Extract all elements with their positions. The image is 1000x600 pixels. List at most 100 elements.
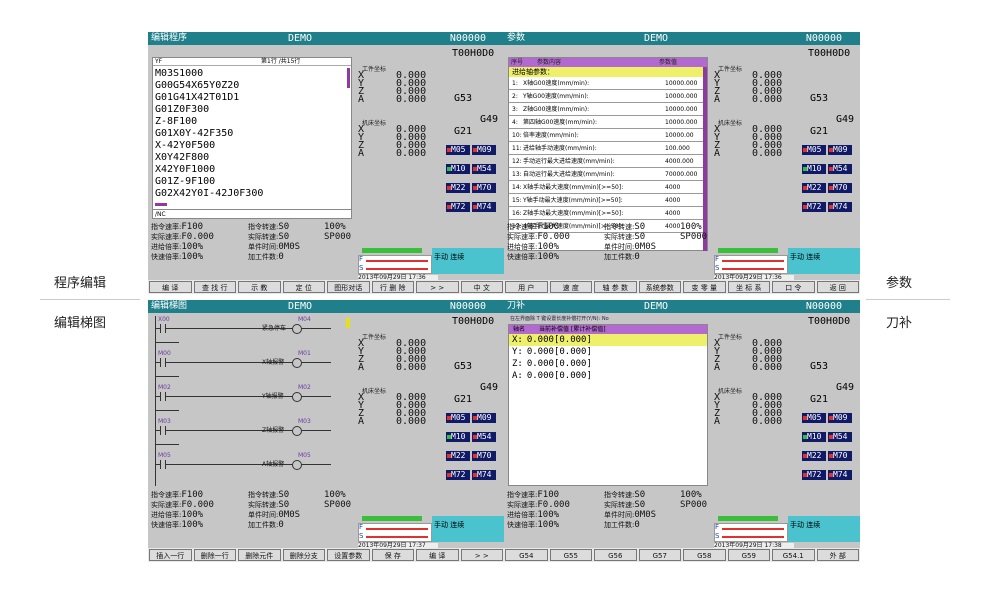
softkey-4[interactable]: 删除分支 [282, 549, 325, 561]
program-line[interactable]: G02X42Y0I-42J0F300 [155, 188, 263, 200]
contact-icon[interactable] [160, 460, 166, 469]
m-code-m70: M70 [828, 451, 852, 461]
contact-icon[interactable] [160, 324, 166, 333]
softkey-7[interactable]: 编 译 [416, 549, 459, 561]
softkey-5[interactable]: G58 [683, 549, 726, 561]
parameter-row[interactable]: 14: X轴手动最大速度(mm/min)[>=50]: 4000 [509, 181, 707, 194]
spindle-info-0: 指令转速:S0 [604, 223, 645, 232]
status-dot-icon [473, 473, 477, 477]
offset-value[interactable]: 0.000 [527, 347, 554, 357]
softkey-6[interactable]: G59 [727, 549, 770, 561]
softkey-1[interactable]: 插入一行 [149, 549, 192, 561]
scrollbar[interactable] [703, 67, 707, 251]
m-code-m74: M74 [828, 470, 852, 480]
contact-label: M02 [158, 384, 171, 391]
softkey-2[interactable]: 查 找 行 [193, 281, 236, 293]
parameter-row[interactable]: 1: X轴G00速度(mm/min): 10000.000 [509, 77, 707, 90]
softkey-5[interactable]: 变 零 量 [683, 281, 726, 293]
program-line[interactable]: X-42Y0F500 [155, 140, 263, 152]
offset-row-x[interactable]: X: 0.000[0.000] [509, 334, 707, 346]
offset-table: 轴名 当前补偿值 [累计补偿值] X: 0.000[0.000] Y: 0.000[0… [508, 324, 708, 486]
softkey-6[interactable]: 坐 标 系 [727, 281, 770, 293]
offset-row-z[interactable]: Z: 0.000[0.000] [509, 358, 707, 370]
contact-icon[interactable] [160, 358, 166, 367]
feed-label: 实际速率: [151, 233, 182, 241]
scrollbar[interactable] [347, 68, 350, 88]
softkey-4[interactable]: 定 位 [282, 281, 325, 293]
offset-row-y[interactable]: Y: 0.000[0.000] [509, 346, 707, 358]
softkey-5[interactable]: 设置参数 [327, 549, 370, 561]
offset-value[interactable]: 0.000 [527, 359, 554, 369]
program-line[interactable]: Z-8F100 [155, 116, 263, 128]
m-code-grid: M05 M09 M10 M54 M22 M70 M72 M74 [446, 405, 500, 481]
coil-icon[interactable] [292, 324, 302, 334]
softkey-2[interactable]: G55 [549, 549, 592, 561]
parameter-row[interactable]: 10: 倍率速度(mm/min): 10000.00 [509, 129, 707, 142]
softkey-2[interactable]: 删除一行 [193, 549, 236, 561]
offset-value[interactable]: 0.000 [527, 371, 554, 381]
program-line[interactable]: G01G41X42T01D1 [155, 92, 263, 104]
feed-spindle-gauge [714, 523, 788, 542]
softkey-4[interactable]: G57 [638, 549, 681, 561]
coil-icon[interactable] [292, 426, 302, 436]
parameter-row[interactable]: 15: Y轴手动最大速度(mm/min)[>=50]: 4000 [509, 194, 707, 207]
softkey-3[interactable]: G56 [594, 549, 637, 561]
command-line[interactable]: /NC [153, 209, 351, 218]
program-line[interactable]: G01X0Y-42F350 [155, 128, 263, 140]
softkey-6[interactable]: 保 存 [371, 549, 414, 561]
softkey-8[interactable]: 中 文 [460, 281, 503, 293]
status-panel: T00H0D0 工件坐标 机床坐标 X 0.000 Y 0.000 Z 0.000 A 0.000 X… [712, 45, 860, 245]
softkey-1[interactable]: 编 译 [149, 281, 192, 293]
contact-icon[interactable] [160, 392, 166, 401]
coil-icon[interactable] [292, 358, 302, 368]
program-line[interactable]: G00G54X65Y0Z20 [155, 80, 263, 92]
softkey-8[interactable]: > > [460, 549, 503, 561]
override-value-0: 100% [680, 222, 702, 232]
spindle-label: 单件时间: [248, 511, 279, 519]
softkey-5[interactable]: 图形对话 [327, 281, 370, 293]
parameter-row[interactable]: 3: Z轴G00速度(mm/min): 10000.000 [509, 103, 707, 116]
offset-row-a[interactable]: A: 0.000[0.000] [509, 370, 707, 382]
softkey-7[interactable]: G54.1 [772, 549, 815, 561]
feed-info-1: 实际速率:F0.000 [151, 501, 214, 510]
parameter-row[interactable]: 16: Z轴手动最大速度(mm/min)[>=50]: 4000 [509, 207, 707, 220]
program-line[interactable]: M03S1000 [155, 68, 263, 80]
coil-icon[interactable] [292, 392, 302, 402]
softkey-4[interactable]: 系统参数 [638, 281, 681, 293]
parameter-row[interactable]: 4: 第四轴G00速度(mm/min): 10000.000 [509, 116, 707, 129]
parameter-row[interactable]: 12: 手动运行最大进给速度(mm/min): 4000.000 [509, 155, 707, 168]
coil-icon[interactable] [292, 460, 302, 470]
softkey-1[interactable]: 用 户 [505, 281, 548, 293]
rung-line [155, 430, 331, 431]
parameter-row[interactable]: 11: 进给轴手动速度(mm/min): 100.000 [509, 142, 707, 155]
spindle-gauge-bar [722, 268, 784, 270]
program-line[interactable]: X42Y0F1000 [155, 164, 263, 176]
program-line[interactable]: G01Z-9F100 [155, 176, 263, 188]
parameter-row[interactable]: 13: 自动运行最大进给速度(mm/min): 70000.000 [509, 168, 707, 181]
m-code-label: M05 [807, 145, 822, 154]
program-editor[interactable]: YF 第1行 /共15行 M03S1000 G00G54X65Y0Z20 G01G4… [152, 57, 352, 219]
program-line[interactable]: G01Z0F300 [155, 104, 263, 116]
softkey-8[interactable]: 返 回 [816, 281, 859, 293]
parameter-row[interactable]: 2: Y轴G00速度(mm/min): 10000.000 [509, 90, 707, 103]
scrollbar[interactable] [346, 318, 350, 328]
softkey-2[interactable]: 速 度 [549, 281, 592, 293]
softkey-3[interactable]: 删除元件 [238, 549, 281, 561]
program-line[interactable]: X0Y42F800 [155, 152, 263, 164]
softkey-7[interactable]: > > [416, 281, 459, 293]
contact-icon[interactable] [160, 426, 166, 435]
m-code-m10: M10 [802, 164, 826, 174]
softkey-3[interactable]: 轴 参 数 [594, 281, 637, 293]
m-code-label: M05 [451, 413, 466, 422]
m-code-m09: M09 [472, 145, 496, 155]
feed-label: 指令速率: [507, 223, 538, 231]
ladder-diagram[interactable]: X00 M04 紧急停车 M00 M01 X轴报警 M02 M02 Y轴报警 M03 M03 Z轴报警… [152, 316, 352, 488]
softkey-8[interactable]: 外 部 [816, 549, 859, 561]
softkey-bar: 用 户速 度轴 参 数系统参数变 零 量坐 标 系口 令返 回 [504, 280, 860, 294]
offset-value[interactable]: 0.000 [527, 335, 554, 345]
softkey-6[interactable]: 行 删 除 [371, 281, 414, 293]
softkey-7[interactable]: 口 令 [772, 281, 815, 293]
gauge-s-label: S [715, 264, 720, 272]
softkey-1[interactable]: G54 [505, 549, 548, 561]
softkey-3[interactable]: 示 教 [238, 281, 281, 293]
